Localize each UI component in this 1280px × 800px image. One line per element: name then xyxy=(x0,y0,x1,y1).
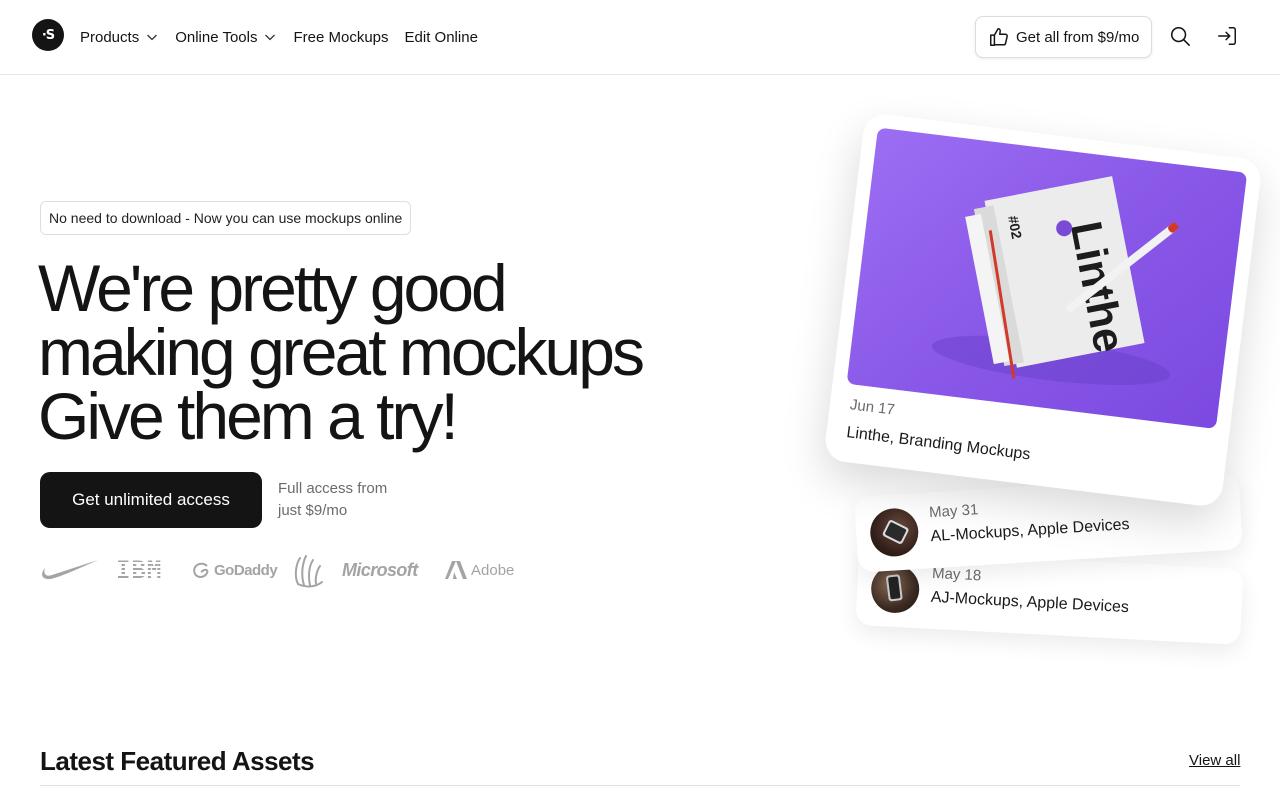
microsoft-logo: Microsoft xyxy=(342,559,418,580)
headline-line-3: Give them a try! xyxy=(38,379,459,453)
get-all-label: Get all from $9/mo xyxy=(1016,28,1140,46)
nav-products-label: Products xyxy=(80,28,140,46)
godaddy-logo: GoDaddy xyxy=(192,550,278,590)
nav-products[interactable]: Products xyxy=(80,29,159,46)
access-note: Full access from just $9/mo xyxy=(278,478,418,522)
featured-asset-card[interactable]: Linthe #02 Jun 17 Linthe, Branding Mocku… xyxy=(823,111,1263,509)
get-unlimited-access-button[interactable]: Get unlimited access xyxy=(40,472,262,528)
nav-edit-online[interactable]: Edit Online xyxy=(405,29,478,46)
sign-in-button[interactable] xyxy=(1215,24,1239,48)
nav-online-tools-label: Online Tools xyxy=(175,28,258,46)
asset-title: AJ-Mockups, Apple Devices xyxy=(930,588,1130,617)
sign-in-icon xyxy=(1218,27,1236,45)
section-divider xyxy=(40,785,1240,786)
mailchimp-logo xyxy=(292,550,326,590)
nav-free-mockups[interactable]: Free Mockups xyxy=(293,29,388,46)
search-icon xyxy=(1170,26,1190,46)
view-all-link[interactable]: View all xyxy=(1189,752,1240,769)
featured-asset-title: Linthe, Branding Mockups xyxy=(845,424,1032,464)
headline-line-2: making great mockups xyxy=(38,315,645,389)
adobe-logo: Adobe xyxy=(445,550,514,590)
featured-asset-date: Jun 17 xyxy=(848,396,896,419)
nav-free-mockups-label: Free Mockups xyxy=(293,28,389,46)
nav-online-tools[interactable]: Online Tools xyxy=(175,29,277,46)
main-nav: Products Online Tools Free Mockups Edit … xyxy=(80,26,494,48)
hero-headline: We're pretty good making great mockups G… xyxy=(38,251,678,453)
chevron-down-icon xyxy=(265,34,276,41)
nav-edit-online-label: Edit Online xyxy=(404,28,478,46)
nike-logo xyxy=(40,550,100,590)
latest-featured-title: Latest Featured Assets xyxy=(40,746,315,776)
access-note-line-1: Full access from xyxy=(278,480,388,497)
asset-thumbnail xyxy=(868,507,920,558)
thumbs-up-icon xyxy=(990,28,1008,46)
chevron-down-icon xyxy=(147,34,158,41)
access-note-line-2: just $9/mo xyxy=(278,502,348,519)
asset-title: AL-Mockups, Apple Devices xyxy=(930,516,1130,546)
online-notice-pill: No need to download - Now you can use mo… xyxy=(40,201,412,235)
search-button[interactable] xyxy=(1168,24,1192,48)
asset-date: May 31 xyxy=(928,501,979,522)
site-header: ·S Products Online Tools Free Mockups Ed… xyxy=(0,0,1280,75)
asset-date: May 18 xyxy=(931,564,982,585)
get-all-button[interactable]: Get all from $9/mo xyxy=(975,16,1152,58)
ibm-logo: IBM xyxy=(116,556,163,584)
featured-asset-image: Linthe #02 xyxy=(846,127,1248,429)
headline-line-1: We're pretty good xyxy=(38,251,508,325)
logo[interactable]: ·S xyxy=(32,19,64,51)
